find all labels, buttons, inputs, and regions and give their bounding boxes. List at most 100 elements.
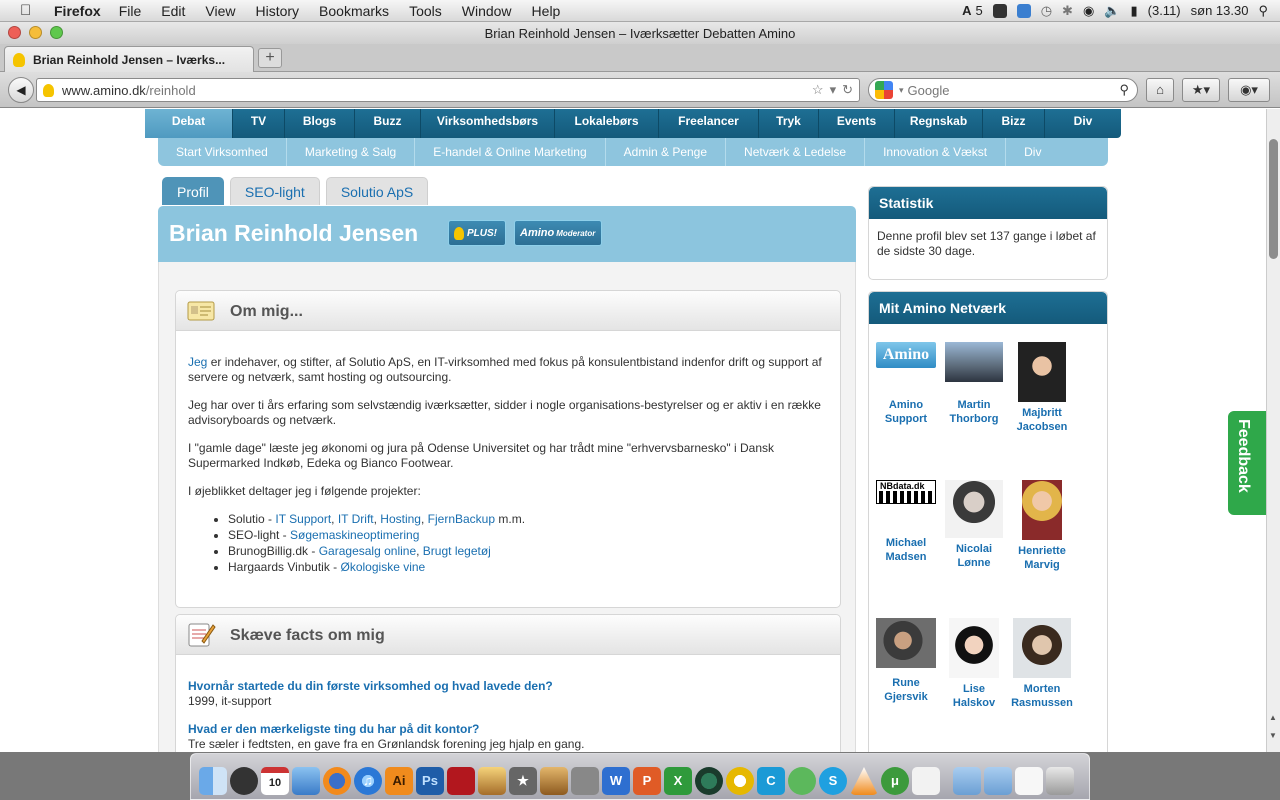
link-brugt-legetoj[interactable]: Brugt legetøj: [423, 544, 491, 558]
search-bar[interactable]: ▾ Google ⚲: [868, 78, 1138, 102]
link-it-drift[interactable]: IT Drift: [338, 512, 374, 526]
dashboard-icon[interactable]: [230, 767, 258, 795]
spotlight-icon[interactable]: ⚲: [1258, 3, 1268, 19]
network-member[interactable]: Rune Gjersvik: [872, 618, 940, 704]
url-bar[interactable]: www.amino.dk/reinhold ☆ ▾ ↻: [36, 78, 860, 102]
vlc-icon[interactable]: [850, 767, 878, 795]
nav-bizz[interactable]: Bizz: [983, 109, 1045, 138]
textedit-icon[interactable]: [912, 767, 940, 795]
menu-help[interactable]: Help: [532, 3, 561, 19]
network-member[interactable]: NBdata.dk Michael Madsen: [872, 480, 940, 564]
new-tab-button[interactable]: +: [258, 48, 282, 68]
vmware-icon[interactable]: [571, 767, 599, 795]
nav-freelancer[interactable]: Freelancer: [659, 109, 759, 138]
imovie-icon[interactable]: ★: [509, 767, 537, 795]
bluetooth-icon[interactable]: ✱: [1062, 3, 1073, 19]
nav-events[interactable]: Events: [819, 109, 895, 138]
fact-question[interactable]: Hvornår startede du din første virksomhe…: [188, 679, 828, 694]
link-it-support[interactable]: IT Support: [275, 512, 331, 526]
zoom-window-button[interactable]: [50, 26, 63, 39]
flash-icon[interactable]: [447, 767, 475, 795]
subnav-marketing-salg[interactable]: Marketing & Salg: [287, 138, 416, 166]
finder-icon[interactable]: [199, 767, 227, 795]
link-hosting[interactable]: Hosting: [380, 512, 421, 526]
adobe-updater-icon[interactable]: A5: [962, 3, 983, 18]
url-dropdown-icon[interactable]: ▾: [830, 82, 837, 98]
network-member[interactable]: Nicolai Lønne: [940, 480, 1008, 570]
fact-question[interactable]: Hvad er den mærkeligste ting du har på d…: [188, 722, 828, 737]
network-member[interactable]: Majbritt Jacobsen: [1008, 342, 1076, 434]
apple-menu-icon[interactable]: : [20, 2, 42, 19]
nav-div[interactable]: Div: [1045, 109, 1121, 138]
network-member[interactable]: Amino Amino Support: [872, 342, 940, 426]
link-garagesalg[interactable]: Garagesalg online: [319, 544, 416, 558]
time-machine-icon[interactable]: ◷: [1041, 3, 1052, 19]
volume-icon[interactable]: 🔈: [1104, 3, 1120, 19]
tab-profil[interactable]: Profil: [162, 177, 224, 205]
skype-icon[interactable]: S: [819, 767, 847, 795]
iphoto-icon[interactable]: [478, 767, 506, 795]
trash-icon[interactable]: [1046, 767, 1074, 795]
adium-icon[interactable]: [788, 767, 816, 795]
search-engine-dropdown-icon[interactable]: ▾: [899, 85, 904, 96]
folder-icon[interactable]: [953, 767, 981, 795]
search-icon[interactable]: ⚲: [1119, 82, 1129, 98]
subnav-ehandel[interactable]: E-handel & Online Marketing: [415, 138, 606, 166]
utorrent-icon[interactable]: μ: [881, 767, 909, 795]
google-engine-icon[interactable]: [875, 81, 893, 99]
link-okologiske-vine[interactable]: Økologiske vine: [341, 560, 426, 574]
moderator-badge[interactable]: Amino Moderator: [514, 220, 602, 246]
word-icon[interactable]: W: [602, 767, 630, 795]
checkmark-tray-icon[interactable]: [992, 3, 1007, 18]
preview-icon[interactable]: [292, 767, 320, 795]
subnav-div[interactable]: Div: [1006, 138, 1059, 166]
menu-window[interactable]: Window: [462, 3, 512, 19]
network-member[interactable]: Morten Rasmussen: [1008, 618, 1076, 710]
dropbox-icon[interactable]: [1016, 3, 1031, 18]
reload-icon[interactable]: ↻: [842, 82, 853, 98]
vertical-scrollbar[interactable]: ▲ ▼: [1266, 109, 1280, 752]
menu-bookmarks[interactable]: Bookmarks: [319, 3, 389, 19]
subnav-innovation-vaekst[interactable]: Innovation & Vækst: [865, 138, 1007, 166]
site-identity-icon[interactable]: [43, 83, 54, 97]
nav-regnskab[interactable]: Regnskab: [895, 109, 983, 138]
minimize-window-button[interactable]: [29, 26, 42, 39]
link-fjernbackup[interactable]: FjernBackup: [428, 512, 495, 526]
scrollbar-thumb[interactable]: [1269, 139, 1278, 259]
subnav-netvaerk-ledelse[interactable]: Netværk & Ledelse: [726, 138, 866, 166]
file-icon[interactable]: [1015, 767, 1043, 795]
excel-icon[interactable]: X: [664, 767, 692, 795]
scroll-down-arrow[interactable]: ▼: [1269, 731, 1277, 740]
tab-seo-light[interactable]: SEO-light: [229, 177, 320, 205]
menu-view[interactable]: View: [205, 3, 235, 19]
network-member[interactable]: Lise Halskov: [940, 618, 1008, 710]
opera-icon[interactable]: [726, 767, 754, 795]
bookmark-star-icon[interactable]: ☆: [812, 82, 824, 98]
menu-history[interactable]: History: [255, 3, 299, 19]
home-button[interactable]: ⌂: [1146, 78, 1174, 102]
jeg-link[interactable]: Jeg: [188, 355, 207, 369]
wifi-icon[interactable]: ◉: [1083, 3, 1094, 19]
time-machine-icon[interactable]: [695, 767, 723, 795]
powerpoint-icon[interactable]: P: [633, 767, 661, 795]
clock[interactable]: søn 13.30: [1191, 3, 1249, 18]
firefox-icon[interactable]: [323, 767, 351, 795]
network-member[interactable]: Henriette Marvig: [1008, 480, 1076, 572]
close-window-button[interactable]: [8, 26, 21, 39]
nav-lokaleborse[interactable]: Lokalebørs: [555, 109, 659, 138]
plus-badge[interactable]: PLUS!: [448, 220, 506, 246]
menu-tools[interactable]: Tools: [409, 3, 442, 19]
menu-app-name[interactable]: Firefox: [54, 3, 101, 19]
feedback-tab[interactable]: Feedback: [1226, 409, 1266, 517]
photoshop-icon[interactable]: Ps: [416, 767, 444, 795]
c-app-icon[interactable]: C: [757, 767, 785, 795]
nav-tryk[interactable]: Tryk: [759, 109, 819, 138]
calendar-icon[interactable]: 10: [261, 767, 289, 795]
subnav-admin-penge[interactable]: Admin & Penge: [606, 138, 727, 166]
nav-blogs[interactable]: Blogs: [285, 109, 355, 138]
browser-tab[interactable]: Brian Reinhold Jensen – Iværks...: [4, 46, 254, 72]
nav-tv[interactable]: TV: [233, 109, 285, 138]
nav-debat[interactable]: Debat: [145, 109, 233, 138]
tab-solutio[interactable]: Solutio ApS: [325, 177, 429, 205]
subnav-start-virksomhed[interactable]: Start Virksomhed: [158, 138, 287, 166]
